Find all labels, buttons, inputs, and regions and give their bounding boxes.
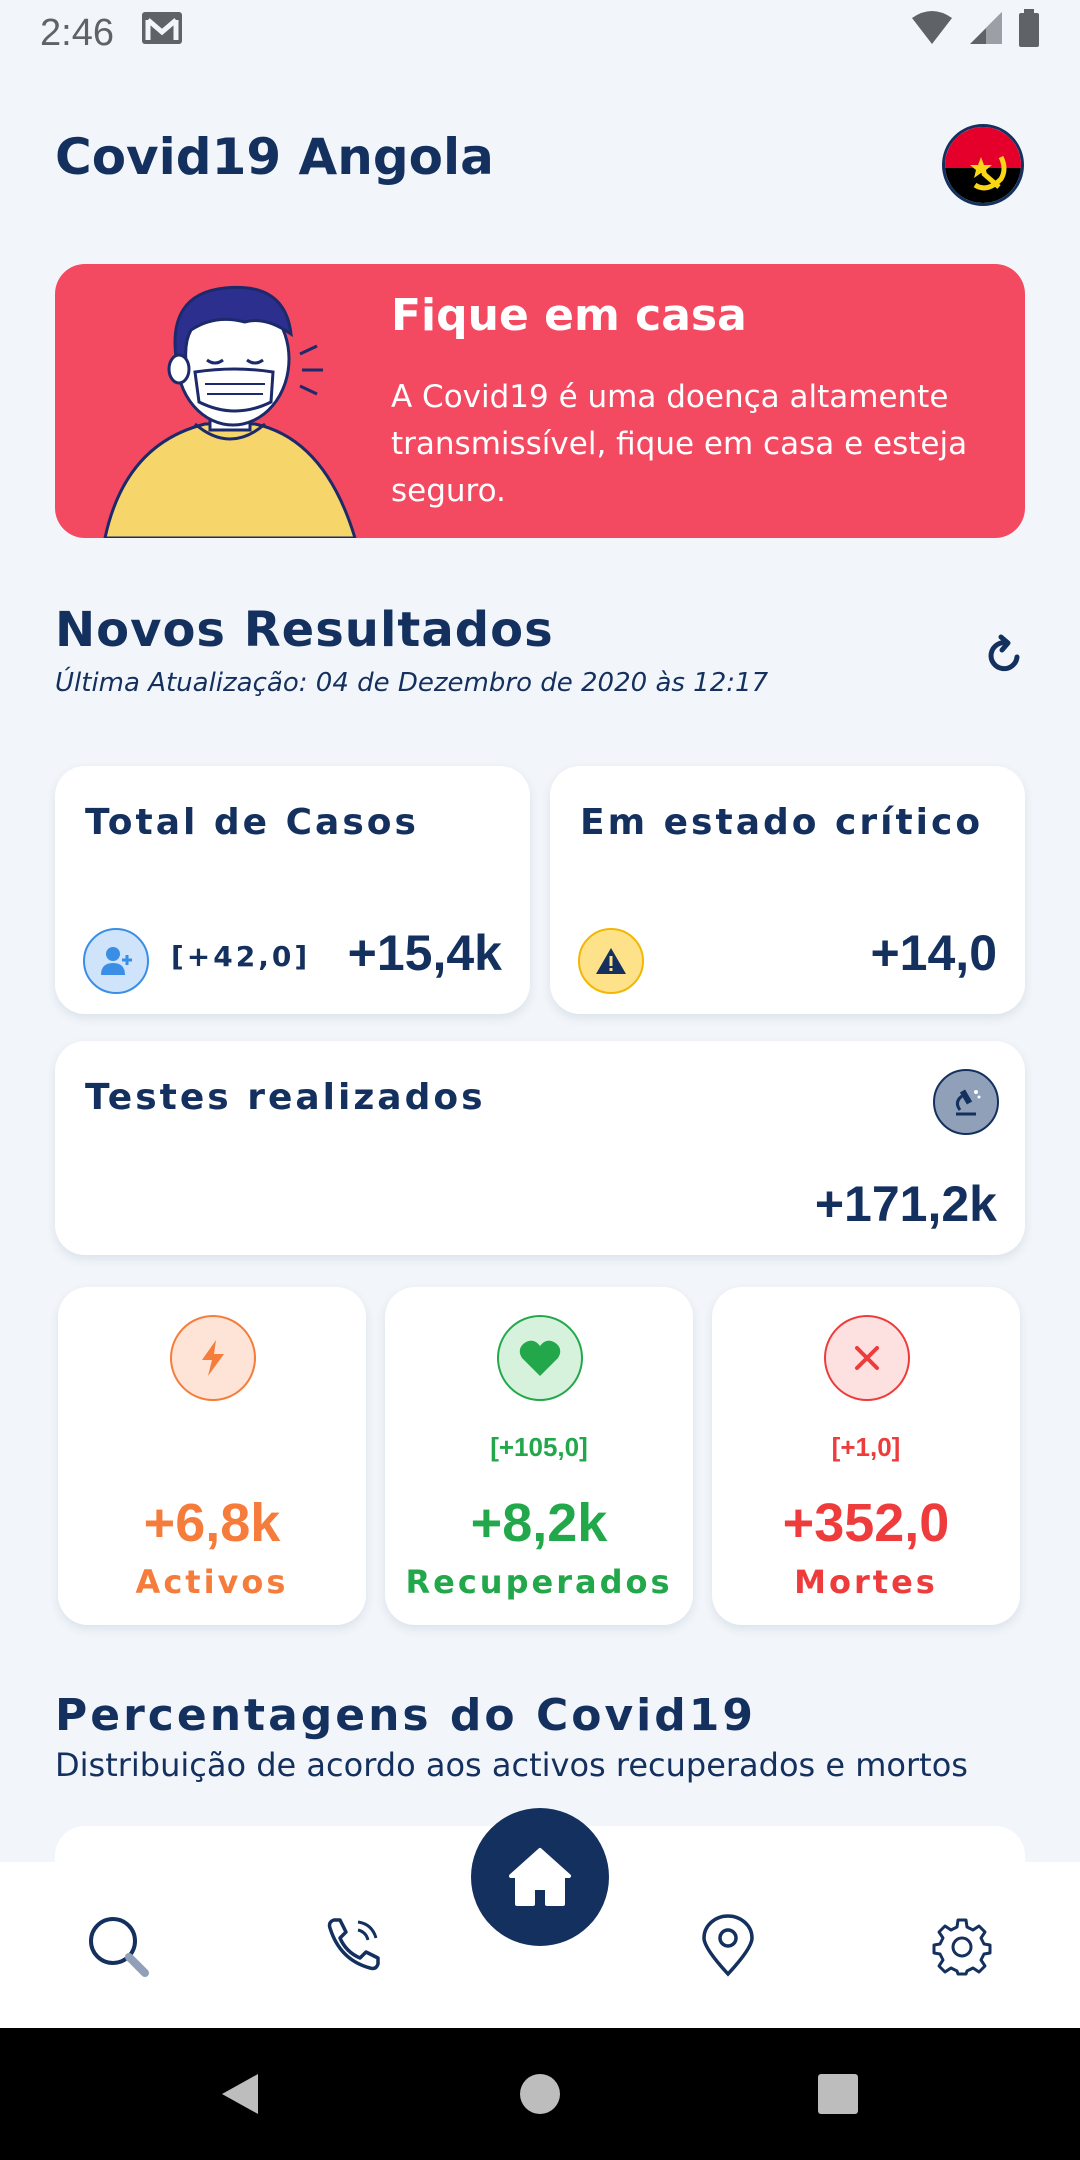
- last-update-text: Última Atualização: 04 de Dezembro de 20…: [55, 668, 769, 698]
- add-user-icon: [83, 928, 149, 994]
- deaths-value: +352,0: [782, 1493, 950, 1553]
- back-icon: [222, 2074, 258, 2114]
- total-cases-label: Total de Casos: [85, 802, 419, 843]
- deaths-card[interactable]: [+1,0] +352,0 Mortes: [712, 1287, 1020, 1625]
- lightning-icon: [170, 1315, 256, 1401]
- wifi-icon: [910, 10, 954, 56]
- location-icon: [702, 1914, 754, 1977]
- settings-icon: [932, 1918, 992, 1976]
- status-time: 2:46: [40, 11, 114, 54]
- back-button[interactable]: [210, 2064, 270, 2124]
- phone-icon: [327, 1918, 380, 1971]
- status-bar: 2:46: [0, 0, 1080, 66]
- tests-card[interactable]: Testes realizados +171,2k: [55, 1041, 1025, 1255]
- gmail-notification-icon: [140, 10, 184, 56]
- deaths-label: Mortes: [794, 1563, 938, 1601]
- heart-icon: [497, 1315, 583, 1401]
- recovered-label: Recuperados: [405, 1563, 673, 1601]
- banner-text: A Covid19 é uma doença altamente transmi…: [391, 379, 968, 509]
- tests-value: +171,2k: [814, 1176, 997, 1232]
- total-cases-value: +15,4k: [347, 925, 502, 981]
- percentages-subtitle: Distribuição de acordo aos activos recup…: [55, 1746, 968, 1784]
- stay-home-banner: Fique em casa A Covid19 é uma doença alt…: [55, 264, 1025, 538]
- microscope-icon: [933, 1069, 999, 1135]
- app-title: Covid19 Angola: [55, 128, 494, 186]
- signal-icon: [968, 10, 1004, 56]
- nav-location[interactable]: [688, 1906, 768, 1986]
- banner-title: Fique em casa: [391, 290, 747, 341]
- refresh-icon: [988, 634, 1020, 672]
- percentages-title: Percentagens do Covid19: [55, 1690, 756, 1741]
- circle-home-icon: [520, 2074, 560, 2114]
- warning-icon: [578, 928, 644, 994]
- battery-icon: [1018, 9, 1040, 57]
- home-icon: [509, 1848, 571, 1906]
- close-icon: [824, 1315, 910, 1401]
- system-nav-bar: [0, 2028, 1080, 2160]
- square-recents-icon: [818, 2074, 858, 2114]
- critical-card[interactable]: Em estado crítico +14,0: [550, 766, 1025, 1014]
- nav-phone[interactable]: [312, 1906, 392, 1986]
- total-cases-delta: [+42,0]: [171, 940, 311, 973]
- nav-search[interactable]: [78, 1906, 158, 1986]
- tests-label: Testes realizados: [85, 1077, 486, 1118]
- angola-flag-avatar[interactable]: [942, 124, 1024, 206]
- critical-label: Em estado crítico: [580, 802, 984, 843]
- deaths-delta: [+1,0]: [831, 1432, 901, 1462]
- home-button[interactable]: [471, 1808, 609, 1946]
- active-label: Activos: [135, 1563, 289, 1601]
- section-title: Novos Resultados: [55, 602, 554, 658]
- critical-value: +14,0: [870, 925, 997, 981]
- recents-button[interactable]: [808, 2064, 868, 2124]
- masked-person-illustration: [103, 285, 357, 538]
- active-card[interactable]: +6,8k Activos: [58, 1287, 366, 1625]
- recovered-value: +8,2k: [470, 1493, 608, 1553]
- recovered-card[interactable]: [+105,0] +8,2k Recuperados: [385, 1287, 693, 1625]
- total-cases-card[interactable]: Total de Casos [+42,0] +15,4k: [55, 766, 530, 1014]
- nav-settings[interactable]: [922, 1906, 1002, 1986]
- refresh-button[interactable]: [978, 628, 1032, 682]
- recovered-delta: [+105,0]: [490, 1432, 588, 1462]
- search-icon: [89, 1917, 149, 1977]
- system-home-button[interactable]: [510, 2064, 570, 2124]
- active-value: +6,8k: [143, 1493, 281, 1553]
